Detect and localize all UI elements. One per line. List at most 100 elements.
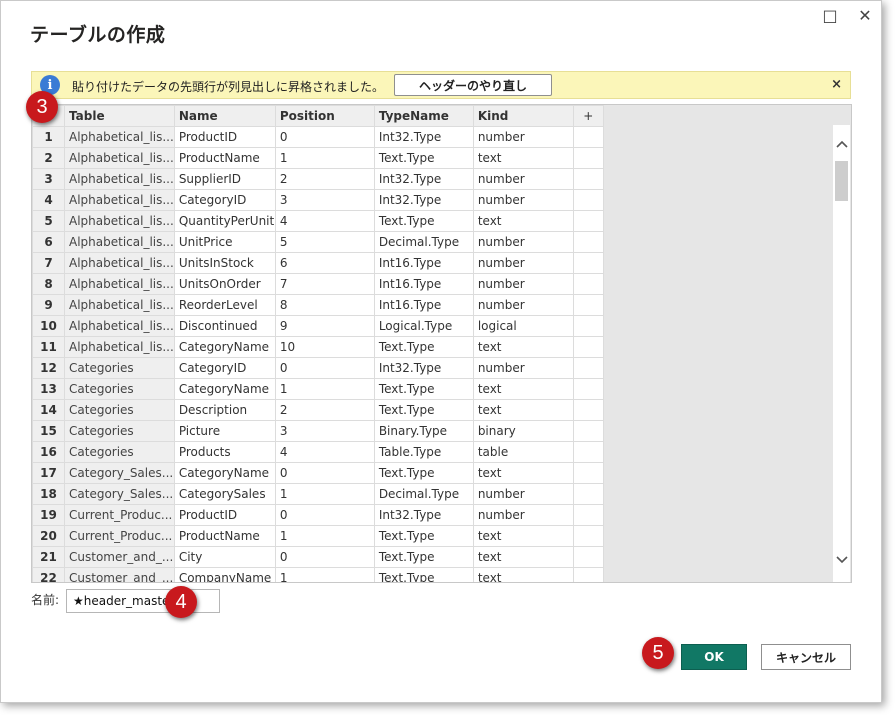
position-cell[interactable]: 0	[274, 357, 375, 379]
typename-cell[interactable]: Table.Type	[373, 441, 474, 463]
scrollbar-thumb[interactable]	[835, 161, 848, 201]
typename-cell[interactable]: Text.Type	[373, 567, 474, 582]
position-cell[interactable]: 2	[274, 399, 375, 421]
chevron-up-icon[interactable]	[833, 137, 850, 151]
typename-cell[interactable]: Int16.Type	[373, 252, 474, 274]
position-cell[interactable]: 2	[274, 168, 375, 190]
table-cell[interactable]: Current_Produc...	[64, 525, 175, 547]
name-cell[interactable]: City	[173, 546, 276, 568]
typename-cell[interactable]: Text.Type	[373, 546, 474, 568]
table-cell[interactable]: Alphabetical_lis...	[64, 147, 175, 169]
table-cell[interactable]: Alphabetical_lis...	[64, 336, 175, 358]
column-header-typename[interactable]: TypeName	[373, 105, 474, 127]
name-cell[interactable]: SupplierID	[173, 168, 276, 190]
kind-cell[interactable]: text	[472, 147, 574, 169]
table-cell[interactable]: Categories	[64, 378, 175, 400]
typename-cell[interactable]: Text.Type	[373, 462, 474, 484]
name-cell[interactable]: Description	[173, 399, 276, 421]
vertical-scrollbar[interactable]	[833, 125, 850, 582]
typename-cell[interactable]: Int32.Type	[373, 168, 474, 190]
typename-cell[interactable]: Int16.Type	[373, 294, 474, 316]
kind-cell[interactable]: text	[472, 210, 574, 232]
position-cell[interactable]: 7	[274, 273, 375, 295]
table-cell[interactable]: Alphabetical_lis...	[64, 273, 175, 295]
name-cell[interactable]: CategoryName	[173, 462, 276, 484]
kind-cell[interactable]: text	[472, 399, 574, 421]
table-cell[interactable]: Customer_and_...	[64, 546, 175, 568]
name-cell[interactable]: UnitsOnOrder	[173, 273, 276, 295]
column-header-table[interactable]: Table	[64, 105, 175, 127]
typename-cell[interactable]: Decimal.Type	[373, 231, 474, 253]
name-cell[interactable]: CategoryID	[173, 189, 276, 211]
kind-cell[interactable]: text	[472, 462, 574, 484]
kind-cell[interactable]: number	[472, 357, 574, 379]
kind-cell[interactable]: text	[472, 525, 574, 547]
position-cell[interactable]: 0	[274, 462, 375, 484]
kind-cell[interactable]: number	[472, 126, 574, 148]
name-cell[interactable]: CompanyName	[173, 567, 276, 582]
kind-cell[interactable]: number	[472, 483, 574, 505]
kind-cell[interactable]: number	[472, 294, 574, 316]
position-cell[interactable]: 4	[274, 441, 375, 463]
typename-cell[interactable]: Int32.Type	[373, 357, 474, 379]
position-cell[interactable]: 1	[274, 567, 375, 582]
name-cell[interactable]: ProductID	[173, 504, 276, 526]
name-cell[interactable]: ReorderLevel	[173, 294, 276, 316]
position-cell[interactable]: 3	[274, 189, 375, 211]
table-cell[interactable]: Alphabetical_lis...	[64, 315, 175, 337]
typename-cell[interactable]: Int32.Type	[373, 126, 474, 148]
table-cell[interactable]: Alphabetical_lis...	[64, 189, 175, 211]
table-cell[interactable]: Categories	[64, 441, 175, 463]
table-cell[interactable]: Alphabetical_lis...	[64, 126, 175, 148]
name-cell[interactable]: UnitsInStock	[173, 252, 276, 274]
table-cell[interactable]: Alphabetical_lis...	[64, 252, 175, 274]
position-cell[interactable]: 8	[274, 294, 375, 316]
name-cell[interactable]: CategoryName	[173, 378, 276, 400]
name-cell[interactable]: CategoryID	[173, 357, 276, 379]
column-header-name[interactable]: Name	[173, 105, 276, 127]
typename-cell[interactable]: Text.Type	[373, 336, 474, 358]
table-cell[interactable]: Category_Sales...	[64, 483, 175, 505]
name-cell[interactable]: ProductID	[173, 126, 276, 148]
kind-cell[interactable]: number	[472, 231, 574, 253]
undo-headers-button[interactable]: ヘッダーのやり直し	[394, 74, 552, 96]
typename-cell[interactable]: Binary.Type	[373, 420, 474, 442]
position-cell[interactable]: 3	[274, 420, 375, 442]
chevron-down-icon[interactable]	[833, 553, 850, 567]
typename-cell[interactable]: Text.Type	[373, 378, 474, 400]
name-cell[interactable]: QuantityPerUnit	[173, 210, 276, 232]
name-cell[interactable]: Products	[173, 441, 276, 463]
typename-cell[interactable]: Text.Type	[373, 210, 474, 232]
table-cell[interactable]: Categories	[64, 399, 175, 421]
position-cell[interactable]: 0	[274, 504, 375, 526]
typename-cell[interactable]: Decimal.Type	[373, 483, 474, 505]
typename-cell[interactable]: Text.Type	[373, 399, 474, 421]
position-cell[interactable]: 9	[274, 315, 375, 337]
position-cell[interactable]: 1	[274, 483, 375, 505]
name-cell[interactable]: ProductName	[173, 147, 276, 169]
ok-button[interactable]: OK	[681, 644, 747, 670]
kind-cell[interactable]: logical	[472, 315, 574, 337]
position-cell[interactable]: 0	[274, 546, 375, 568]
name-cell[interactable]: CategorySales	[173, 483, 276, 505]
table-cell[interactable]: Current_Produc...	[64, 504, 175, 526]
position-cell[interactable]: 1	[274, 147, 375, 169]
table-cell[interactable]: Alphabetical_lis...	[64, 294, 175, 316]
position-cell[interactable]: 5	[274, 231, 375, 253]
typename-cell[interactable]: Int32.Type	[373, 504, 474, 526]
close-icon[interactable]: ✕	[856, 6, 874, 25]
table-cell[interactable]: Category_Sales...	[64, 462, 175, 484]
add-column-button[interactable]: +	[572, 105, 604, 127]
table-cell[interactable]: Alphabetical_lis...	[64, 210, 175, 232]
table-cell[interactable]: Customer_and_...	[64, 567, 175, 582]
maximize-icon[interactable]: □	[821, 6, 839, 25]
position-cell[interactable]: 10	[274, 336, 375, 358]
kind-cell[interactable]: number	[472, 252, 574, 274]
position-cell[interactable]: 4	[274, 210, 375, 232]
position-cell[interactable]: 6	[274, 252, 375, 274]
cancel-button[interactable]: キャンセル	[761, 644, 851, 670]
infobar-close-icon[interactable]: ×	[831, 77, 842, 92]
name-cell[interactable]: CategoryName	[173, 336, 276, 358]
kind-cell[interactable]: text	[472, 378, 574, 400]
name-cell[interactable]: ProductName	[173, 525, 276, 547]
